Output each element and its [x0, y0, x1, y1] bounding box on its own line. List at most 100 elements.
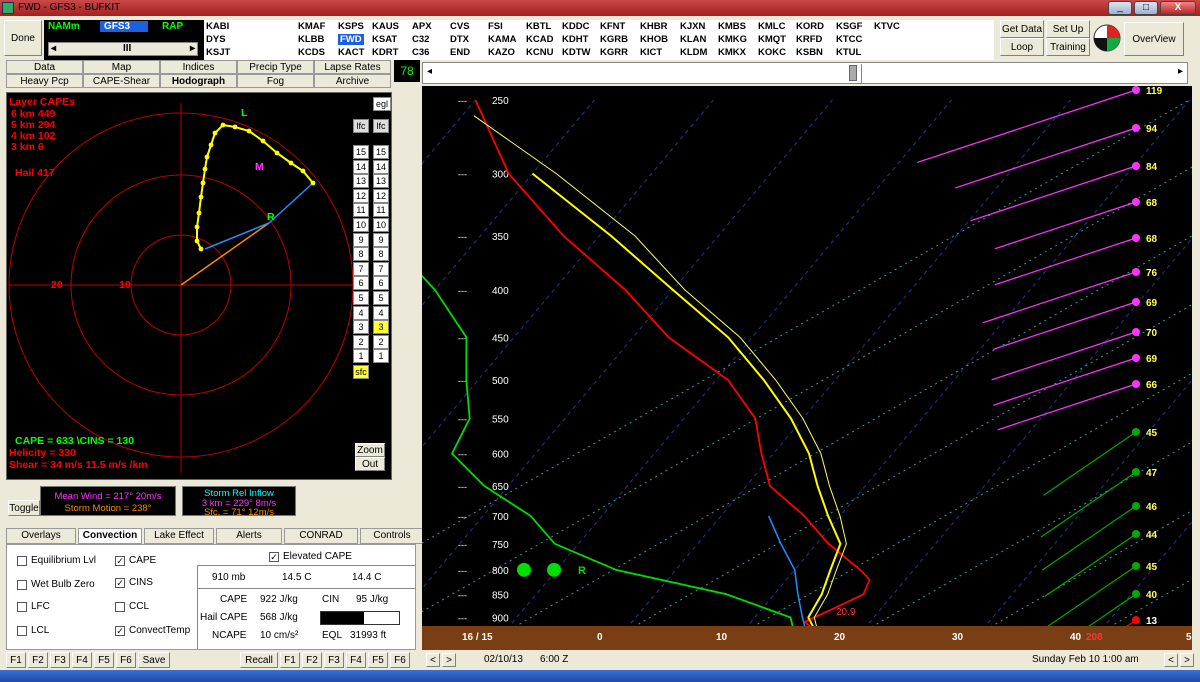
- tab-indices[interactable]: Indices: [160, 60, 237, 74]
- station-kord[interactable]: KORD: [796, 21, 824, 32]
- station-ksps[interactable]: KSPS: [338, 21, 364, 32]
- lfc-left-button[interactable]: lfc: [353, 119, 369, 133]
- fkey-left-f1[interactable]: F1: [6, 652, 26, 668]
- station-ktvc[interactable]: KTVC: [874, 21, 900, 32]
- level-left-14[interactable]: 14: [353, 159, 369, 174]
- fkey-right-f4[interactable]: F4: [346, 652, 366, 668]
- fkey-left-f6[interactable]: F6: [116, 652, 136, 668]
- fkey-right-f6[interactable]: F6: [390, 652, 410, 668]
- station-kmqt[interactable]: KMQT: [758, 34, 786, 45]
- tab-lapse-rates[interactable]: Lapse Rates: [314, 60, 391, 74]
- station-khob[interactable]: KHOB: [640, 34, 668, 45]
- fkey-right-f1[interactable]: F1: [280, 652, 300, 668]
- level-left-3[interactable]: 3: [353, 320, 369, 335]
- model-gfs3[interactable]: GFS3: [100, 21, 149, 32]
- done-button[interactable]: Done: [4, 20, 42, 56]
- station-ksat[interactable]: KSAT: [372, 34, 397, 45]
- scroll-thumb-sounding[interactable]: [849, 65, 857, 81]
- station-kmkg[interactable]: KMKG: [718, 34, 747, 45]
- level-right-15[interactable]: 15: [373, 145, 389, 159]
- level-right-1[interactable]: 1: [373, 349, 389, 364]
- station-ksgf[interactable]: KSGF: [836, 21, 862, 32]
- station-kmkx[interactable]: KMKX: [718, 47, 746, 58]
- level-right-2[interactable]: 2: [373, 334, 389, 349]
- sfc-button[interactable]: sfc: [353, 365, 369, 379]
- level-right-5[interactable]: 5: [373, 291, 389, 305]
- station-kmbs[interactable]: KMBS: [718, 21, 746, 32]
- bottom-tab-overlays[interactable]: Overlays: [6, 528, 76, 544]
- level-left-11[interactable]: 11: [353, 203, 369, 218]
- station-c32[interactable]: C32: [412, 34, 429, 45]
- prev-time-button[interactable]: <: [426, 653, 440, 667]
- close-button[interactable]: X: [1160, 1, 1196, 15]
- fkey-left-f4[interactable]: F4: [72, 652, 92, 668]
- minimize-button[interactable]: _: [1108, 1, 1132, 15]
- next-time-button[interactable]: >: [442, 653, 456, 667]
- tab-precip-type[interactable]: Precip Type: [237, 60, 314, 74]
- scroll-thumb[interactable]: III: [123, 43, 131, 55]
- station-ktul[interactable]: KTUL: [836, 47, 861, 58]
- station-kjxn[interactable]: KJXN: [680, 21, 705, 32]
- station-kddc[interactable]: KDDC: [562, 21, 589, 32]
- tab-map[interactable]: Map: [83, 60, 160, 74]
- checkbox-lfc[interactable]: LFC: [17, 601, 50, 612]
- level-left-4[interactable]: 4: [353, 305, 369, 320]
- level-right-12[interactable]: 12: [373, 188, 389, 203]
- scroll-left-icon[interactable]: ◂: [51, 43, 56, 55]
- tab-cape-shear[interactable]: CAPE-Shear: [83, 74, 160, 88]
- station-kabi[interactable]: KABI: [206, 21, 229, 32]
- fkey-right-f2[interactable]: F2: [302, 652, 322, 668]
- station-kbtl[interactable]: KBTL: [526, 21, 551, 32]
- level-right-9[interactable]: 9: [373, 232, 389, 247]
- bottom-tab-alerts[interactable]: Alerts: [216, 528, 282, 544]
- fkey-left-f3[interactable]: F3: [50, 652, 70, 668]
- tab-data[interactable]: Data: [6, 60, 83, 74]
- zoom-out-button[interactable]: Out: [355, 457, 385, 471]
- checkbox-lcl[interactable]: LCL: [17, 625, 49, 636]
- station-dtx[interactable]: DTX: [450, 34, 469, 45]
- status-next-button[interactable]: >: [1180, 653, 1194, 667]
- checkbox-equilibrium-lvl[interactable]: Equilibrium Lvl: [17, 555, 96, 566]
- station-kdht[interactable]: KDHT: [562, 34, 588, 45]
- tab-archive[interactable]: Archive: [314, 74, 391, 88]
- station-kmlc[interactable]: KMLC: [758, 21, 785, 32]
- level-left-5[interactable]: 5: [353, 291, 369, 305]
- checkbox-cape[interactable]: ✓ CAPE: [115, 555, 156, 566]
- station-end[interactable]: END: [450, 47, 470, 58]
- station-klan[interactable]: KLAN: [680, 34, 706, 45]
- tab-hodograph[interactable]: Hodograph: [160, 74, 237, 88]
- station-kokc[interactable]: KOKC: [758, 47, 786, 58]
- level-left-8[interactable]: 8: [353, 247, 369, 262]
- level-right-14[interactable]: 14: [373, 159, 389, 174]
- station-ktcc[interactable]: KTCC: [836, 34, 862, 45]
- level-left-9[interactable]: 9: [353, 232, 369, 247]
- station-cvs[interactable]: CVS: [450, 21, 470, 32]
- scroll-left-arrow-icon[interactable]: ◂: [427, 66, 432, 77]
- level-left-12[interactable]: 12: [353, 188, 369, 203]
- fkey-left-f2[interactable]: F2: [28, 652, 48, 668]
- level-left-10[interactable]: 10: [353, 218, 369, 232]
- station-krfd[interactable]: KRFD: [796, 34, 822, 45]
- egl-button[interactable]: egl: [373, 97, 391, 111]
- level-left-2[interactable]: 2: [353, 334, 369, 349]
- station-kmaf[interactable]: KMAF: [298, 21, 325, 32]
- bottom-tab-convection[interactable]: Convection: [78, 528, 142, 544]
- level-right-13[interactable]: 13: [373, 174, 389, 189]
- fkey-right-recall[interactable]: Recall: [240, 652, 278, 668]
- model-scrollbar[interactable]: ◂ III ▸: [48, 42, 198, 56]
- station-fwd[interactable]: FWD: [338, 34, 364, 45]
- training-button[interactable]: Training: [1046, 38, 1090, 56]
- station-kazo[interactable]: KAZO: [488, 47, 515, 58]
- bottom-tab-controls[interactable]: Controls: [360, 528, 424, 544]
- level-left-6[interactable]: 6: [353, 276, 369, 291]
- station-kaus[interactable]: KAUS: [372, 21, 399, 32]
- level-right-4[interactable]: 4: [373, 305, 389, 320]
- checkbox-convecttemp[interactable]: ✓ ConvectTemp: [115, 625, 190, 636]
- level-left-7[interactable]: 7: [353, 261, 369, 276]
- station-klbb[interactable]: KLBB: [298, 34, 324, 45]
- zoom-button[interactable]: Zoom: [355, 443, 385, 457]
- loop-button[interactable]: Loop: [1000, 38, 1044, 56]
- level-left-15[interactable]: 15: [353, 145, 369, 159]
- tab-fog[interactable]: Fog: [237, 74, 314, 88]
- station-kfnt[interactable]: KFNT: [600, 21, 625, 32]
